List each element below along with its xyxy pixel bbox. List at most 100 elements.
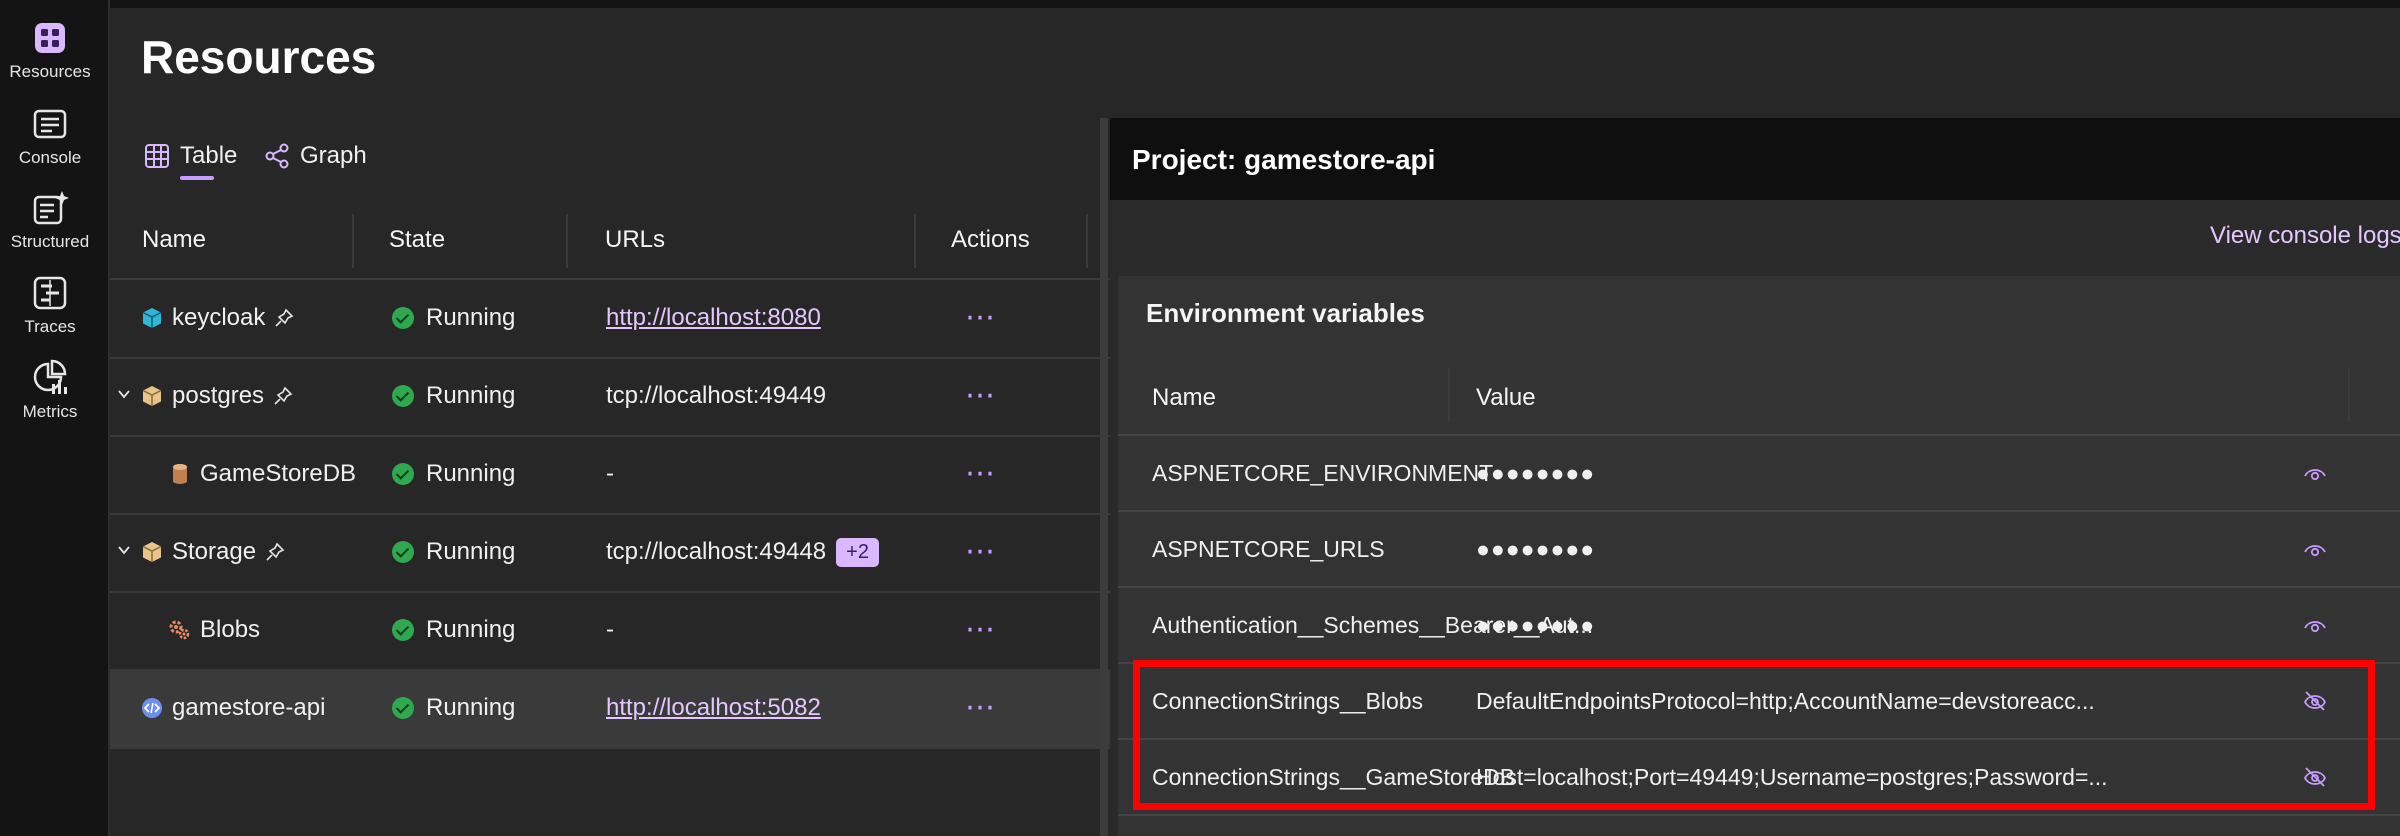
- running-status-icon: [392, 307, 414, 329]
- eye-off-icon[interactable]: [2302, 766, 2328, 788]
- nav-item-traces[interactable]: Traces: [0, 273, 100, 337]
- chevron-down-icon[interactable]: [116, 542, 132, 558]
- nav-rail: Resources Console Structured Traces Metr…: [0, 0, 110, 836]
- environment-variables-section: Environment variables Name Value ASPNETC…: [1118, 276, 2400, 836]
- resource-url-text: tcp://localhost:49448: [606, 538, 827, 565]
- resource-name: postgres: [172, 382, 265, 409]
- pin-icon[interactable]: [272, 385, 294, 407]
- env-name: ConnectionStrings__Blobs: [1152, 688, 1424, 714]
- running-status-icon: [392, 619, 414, 641]
- nav-item-label: Console: [18, 148, 82, 167]
- pin-icon[interactable]: [273, 307, 295, 329]
- resource-state: Running: [392, 460, 515, 488]
- project-box-icon: [142, 386, 162, 406]
- actions-menu-icon[interactable]: ⋯: [965, 690, 997, 725]
- metrics-icon: [30, 358, 70, 398]
- column-divider[interactable]: [2348, 368, 2350, 422]
- resource-name: gamestore-api: [172, 694, 326, 721]
- eye-icon[interactable]: [2302, 462, 2328, 484]
- table-icon: [145, 144, 169, 168]
- actions-menu-icon[interactable]: ⋯: [965, 300, 997, 335]
- blobs-icon: [169, 620, 190, 640]
- nav-item-console[interactable]: Console: [0, 104, 100, 168]
- column-divider[interactable]: [352, 214, 354, 268]
- env-name: ASPNETCORE_URLS: [1152, 536, 1385, 562]
- table-row[interactable]: keycloak Running http://localhost:8080 ⋯: [110, 280, 1110, 359]
- resource-state: Running: [392, 616, 515, 644]
- column-header-name[interactable]: Name: [142, 226, 206, 254]
- resource-state: Running: [392, 304, 515, 332]
- chevron-down-icon[interactable]: [116, 386, 132, 402]
- resource-name-cell: GameStoreDB: [168, 460, 356, 488]
- column-header-state[interactable]: State: [389, 226, 445, 254]
- resource-name-cell: Storage: [140, 538, 286, 566]
- table-header: Name Value: [1118, 356, 2400, 436]
- column-header-name[interactable]: Name: [1152, 384, 1216, 412]
- more-urls-badge[interactable]: +2: [836, 538, 879, 568]
- nav-item-structured[interactable]: Structured: [0, 188, 100, 252]
- table-header: Name State URLs Actions: [110, 202, 1110, 280]
- env-value: ●●●●●●●●: [1476, 612, 1596, 638]
- running-status-icon: [392, 463, 414, 485]
- env-row: ASPNETCORE_URLS ●●●●●●●●: [1118, 512, 2400, 588]
- section-title: Environment variables: [1146, 298, 1425, 328]
- container-icon: [142, 308, 162, 328]
- column-header-urls[interactable]: URLs: [605, 226, 665, 254]
- running-status-icon: [392, 697, 414, 719]
- nav-item-resources[interactable]: Resources: [0, 18, 100, 82]
- details-title: Project: gamestore-api: [1132, 144, 1436, 175]
- column-header-actions: Actions: [951, 226, 1030, 253]
- resource-url-link[interactable]: http://localhost:8080: [606, 304, 821, 331]
- resource-name-cell: Blobs: [168, 616, 260, 644]
- env-row: ConnectionStrings__GameStoreDB Host=loca…: [1118, 740, 2400, 816]
- env-row: ASPNETCORE_ENVIRONMENT ●●●●●●●●: [1118, 436, 2400, 512]
- column-header-value[interactable]: Value: [1476, 384, 1536, 412]
- env-name: ConnectionStrings__GameStoreDB: [1152, 764, 1516, 790]
- tab-selected-indicator: [180, 176, 214, 180]
- resource-url: -: [606, 460, 614, 487]
- resource-url: http://localhost:8080: [606, 304, 821, 332]
- column-divider[interactable]: [1086, 214, 1088, 268]
- resource-url-link[interactable]: http://localhost:5082: [606, 694, 821, 721]
- table-row[interactable]: GameStoreDB Running - ⋯: [110, 436, 1110, 515]
- table-row[interactable]: Blobs Running - ⋯: [110, 592, 1110, 671]
- env-row: Authentication__Schemes__Bearer__Aut... …: [1118, 588, 2400, 664]
- env-value: DefaultEndpointsProtocol=http;AccountNam…: [1476, 688, 2095, 714]
- column-divider[interactable]: [914, 214, 916, 268]
- column-divider[interactable]: [1448, 368, 1450, 422]
- resource-url: tcp://localhost:49448 +2: [606, 538, 879, 568]
- column-divider[interactable]: [566, 214, 568, 268]
- eye-icon[interactable]: [2302, 538, 2328, 560]
- pin-icon[interactable]: [264, 541, 286, 563]
- actions-menu-icon[interactable]: ⋯: [965, 534, 997, 569]
- state-label: Running: [426, 694, 516, 721]
- nav-item-metrics[interactable]: Metrics: [0, 358, 100, 422]
- eye-icon[interactable]: [2302, 614, 2328, 636]
- view-console-logs-link[interactable]: View console logs: [2210, 222, 2400, 250]
- table-row[interactable]: gamestore-api Running http://localhost:5…: [110, 670, 1110, 749]
- panel-splitter[interactable]: [1100, 118, 1108, 836]
- resource-name: Storage: [172, 538, 257, 565]
- env-row: ConnectionStrings__Blobs DefaultEndpoint…: [1118, 664, 2400, 740]
- resource-name-cell: postgres: [140, 382, 294, 410]
- actions-menu-icon[interactable]: ⋯: [965, 612, 997, 647]
- details-header: Project: gamestore-api: [1110, 118, 2400, 200]
- actions-menu-icon[interactable]: ⋯: [965, 456, 997, 491]
- nav-item-label: Resources: [9, 62, 91, 81]
- actions-menu-icon[interactable]: ⋯: [965, 378, 997, 413]
- env-value: ●●●●●●●●: [1476, 460, 1596, 486]
- env-name: ASPNETCORE_ENVIRONMENT: [1152, 460, 1494, 486]
- top-bar: [110, 0, 2400, 8]
- project-box-icon: [142, 542, 162, 562]
- resource-name: Blobs: [200, 616, 261, 643]
- tab-label: Table: [180, 142, 238, 169]
- resource-name: keycloak: [172, 304, 266, 331]
- resource-url: tcp://localhost:49449: [606, 382, 827, 409]
- resource-url: http://localhost:5082: [606, 694, 821, 722]
- eye-off-icon[interactable]: [2302, 690, 2328, 712]
- table-row[interactable]: Storage Running tcp://localhost:49448 +2 …: [110, 514, 1110, 593]
- page-title: Resources: [141, 31, 377, 83]
- table-row[interactable]: postgres Running tcp://localhost:49449 ⋯: [110, 358, 1110, 437]
- tab-table[interactable]: Table: [144, 136, 237, 176]
- tab-graph[interactable]: Graph: [264, 136, 367, 176]
